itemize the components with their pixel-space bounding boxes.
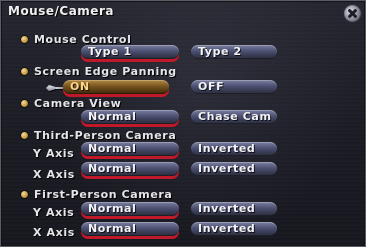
bullet-icon: [21, 100, 28, 107]
first-person-y-axis-normal-button[interactable]: Normal: [81, 202, 179, 216]
window-title: Mouse/Camera: [8, 4, 114, 18]
section-screen-edge-panning: Screen Edge Panning: [21, 65, 177, 78]
screen-edge-panning-on-button[interactable]: ON: [63, 80, 169, 94]
bullet-icon: [21, 132, 28, 139]
section-label: First-Person Camera: [34, 188, 173, 201]
third-person-x-axis-normal-button[interactable]: Normal: [81, 162, 179, 176]
bullet-icon: [21, 191, 28, 198]
first-person-x-axis-label: X Axis: [33, 226, 75, 239]
screen-edge-panning-off-button[interactable]: OFF: [191, 80, 277, 94]
bullet-icon: [21, 68, 28, 75]
third-person-x-axis-label: X Axis: [33, 168, 75, 181]
close-icon[interactable]: [344, 5, 361, 22]
third-person-y-axis-inverted-button[interactable]: Inverted: [191, 142, 277, 156]
third-person-y-axis-normal-button[interactable]: Normal: [81, 142, 179, 156]
mouse-control-type-1-button[interactable]: Type 1: [81, 45, 179, 59]
bullet-icon: [21, 36, 28, 43]
first-person-x-axis-inverted-button[interactable]: Inverted: [191, 222, 277, 236]
section-label: Camera View: [34, 97, 122, 110]
third-person-y-axis-label: Y Axis: [33, 147, 75, 160]
camera-view-normal-button[interactable]: Normal: [81, 110, 179, 124]
section-third-person-camera: Third-Person Camera: [21, 129, 176, 142]
third-person-x-axis-inverted-button[interactable]: Inverted: [191, 162, 277, 176]
first-person-y-axis-inverted-button[interactable]: Inverted: [191, 202, 277, 216]
first-person-y-axis-label: Y Axis: [33, 206, 75, 219]
section-label: Third-Person Camera: [34, 129, 177, 142]
mouse-control-type-2-button[interactable]: Type 2: [191, 45, 277, 59]
mouse-camera-panel: Mouse/Camera Mouse Control Type 1 Type 2…: [0, 0, 366, 247]
section-label: Screen Edge Panning: [34, 65, 177, 78]
first-person-x-axis-normal-button[interactable]: Normal: [81, 222, 179, 236]
camera-view-chase-cam-button[interactable]: Chase Cam: [191, 110, 277, 124]
section-first-person-camera: First-Person Camera: [21, 188, 172, 201]
section-camera-view: Camera View: [21, 97, 121, 110]
